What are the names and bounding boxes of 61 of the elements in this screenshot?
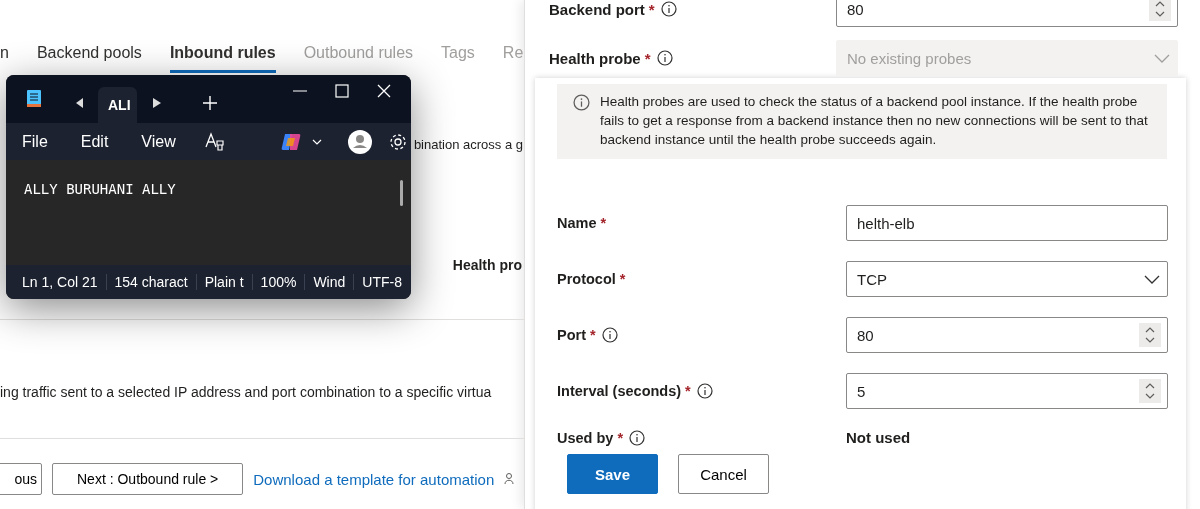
required-mark: *: [590, 327, 596, 343]
editor-text: ALLY BURUHANI ALLY: [24, 181, 176, 197]
status-item: Plain t: [196, 274, 253, 290]
intro-text: bination across a g: [413, 137, 523, 154]
tab[interactable]: Backend pools: [36, 44, 142, 73]
maximize-icon: [335, 84, 349, 98]
tab[interactable]: ALI: [98, 87, 137, 123]
font-brush-icon: [204, 131, 225, 152]
required-mark: *: [600, 215, 607, 231]
chevron-down-icon: [1153, 52, 1171, 64]
status-item: 100%: [252, 274, 306, 290]
field-label: Health probe: [549, 49, 641, 67]
menu-item[interactable]: Edit: [80, 132, 109, 151]
chevron-down-icon: [311, 137, 322, 146]
download-template-link[interactable]: Download a template for automation: [253, 470, 495, 488]
status-item: Wind: [305, 274, 355, 290]
required-mark: *: [619, 271, 626, 287]
required-mark: *: [644, 49, 651, 67]
field-label: Name: [557, 215, 597, 231]
chevron-down-icon: [1143, 273, 1161, 285]
info-message: Health probes are used to check the status of a backend pool instance. If the health probe fails to get a response from a backend instance then no new connections will be sent to that backend instance until the health probe succeeds again.: [600, 93, 1149, 149]
person-icon: [504, 473, 515, 485]
spinner-icon: [1139, 379, 1161, 403]
field-label: Port: [557, 327, 586, 343]
field-label: Backend port: [549, 0, 645, 18]
copilot-icon: [279, 131, 302, 152]
input-field[interactable]: helth-elb: [846, 205, 1168, 241]
scrollbar[interactable]: [400, 180, 403, 206]
field-label: Protocol: [557, 271, 616, 287]
required-mark: *: [617, 429, 624, 446]
required-mark: *: [685, 383, 691, 399]
notepad-icon: [26, 88, 42, 108]
field-label: Used by: [557, 429, 614, 446]
input-field[interactable]: 5: [846, 373, 1168, 409]
close-icon: [377, 84, 391, 98]
plus-icon: [202, 96, 217, 110]
status-item: 154 charact: [106, 274, 197, 290]
tab[interactable]: n: [0, 44, 9, 73]
status-item: UTF-8: [361, 274, 403, 290]
menu-item[interactable]: File: [22, 132, 48, 151]
settings-icon: [387, 131, 408, 152]
input-field[interactable]: 80: [836, 0, 1178, 27]
avatar-icon: [347, 129, 372, 154]
status-item: Ln 1, Col 21: [14, 274, 107, 290]
scroll-right-icon: [152, 98, 161, 108]
input-field[interactable]: 80: [846, 317, 1168, 353]
previous-button[interactable]: ous: [0, 463, 42, 495]
scroll-left-icon: [76, 98, 84, 108]
save-button[interactable]: Save: [567, 454, 658, 494]
cancel-button[interactable]: Cancel: [678, 454, 769, 494]
column-header: Health pro: [452, 257, 522, 275]
menu-item[interactable]: View: [141, 132, 176, 151]
spinner-icon: [1149, 0, 1171, 21]
next-button[interactable]: Next : Outbound rule >: [52, 463, 244, 495]
required-mark: *: [648, 0, 655, 18]
description-text: ing traffic sent to a selected IP address and port combination to a specific virtua: [0, 384, 524, 439]
dropdown[interactable]: TCP: [846, 261, 1168, 297]
info-icon: [573, 94, 590, 111]
field-label: Interval (seconds): [557, 383, 682, 399]
spinner-icon: [1139, 323, 1161, 347]
field-value: Not used: [846, 429, 912, 446]
